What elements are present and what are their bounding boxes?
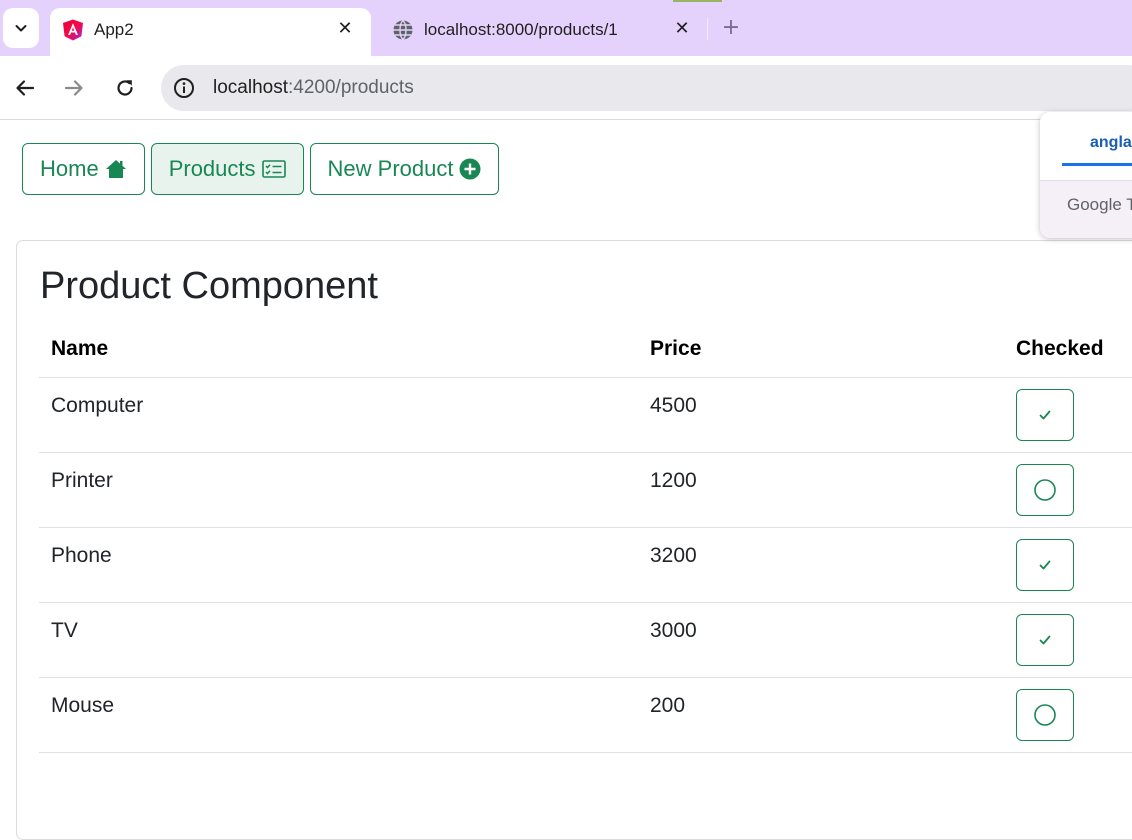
- app-navbar: Home Products New Product: [22, 143, 500, 195]
- product-name: Printer: [51, 469, 113, 492]
- column-header-name: Name: [51, 337, 109, 360]
- browser-toolbar: localhost:4200/products: [0, 56, 1132, 120]
- translate-popup: angla Google T: [1040, 112, 1132, 238]
- column-header-price: Price: [650, 337, 702, 360]
- url-path: :4200/products: [288, 77, 414, 98]
- url-text[interactable]: localhost:4200/products: [213, 77, 414, 99]
- nav-home-button[interactable]: Home: [22, 143, 145, 195]
- nav-new-product-button[interactable]: New Product: [309, 143, 500, 195]
- reload-icon: [117, 80, 133, 96]
- table-row: TV 3000: [39, 603, 1132, 678]
- product-name: TV: [51, 619, 78, 642]
- address-bar[interactable]: localhost:4200/products: [161, 65, 1132, 111]
- house-icon: [105, 160, 126, 178]
- toggle-checked-button[interactable]: [1016, 614, 1074, 666]
- product-price: 200: [650, 694, 686, 717]
- products-table: Name Price Checked Computer 4500 Printer 12…: [39, 325, 1132, 753]
- language-tab-indicator: [1062, 163, 1132, 166]
- info-icon[interactable]: [172, 76, 196, 100]
- column-header-checked: Checked: [1016, 337, 1104, 360]
- forward-button[interactable]: [58, 72, 90, 104]
- nav-new-product-label: New Product: [327, 156, 454, 181]
- nav-home-label: Home: [40, 156, 99, 181]
- close-tab-icon[interactable]: ✕: [670, 17, 694, 41]
- tab-separator: [707, 18, 708, 40]
- translate-footer: Google T: [1040, 180, 1132, 238]
- product-name: Phone: [51, 544, 112, 567]
- product-card: Product Component Name Price Checked Com…: [16, 240, 1132, 840]
- tab-highlight: [673, 0, 722, 2]
- angular-icon: [63, 19, 83, 41]
- toggle-checked-button[interactable]: [1016, 539, 1074, 591]
- table-body: Computer 4500 Printer 1200 Phone 3200 TV 3000 Mo…: [39, 378, 1132, 753]
- circle-icon: [1034, 704, 1056, 726]
- product-price: 4500: [650, 394, 697, 417]
- browser-tab-strip: App2 ✕ localhost:8000/products/1 ✕ +: [0, 0, 1132, 56]
- check-icon: [1039, 635, 1051, 645]
- product-name: Mouse: [51, 694, 115, 717]
- arrow-left-icon: [16, 80, 35, 96]
- new-tab-button[interactable]: +: [718, 15, 744, 41]
- tab-title: App2: [94, 20, 134, 39]
- table-row: Mouse 200: [39, 678, 1132, 753]
- back-button[interactable]: [9, 72, 41, 104]
- table-row: Phone 3200: [39, 528, 1132, 603]
- tab-search-button[interactable]: [3, 8, 39, 48]
- arrow-right-icon: [64, 80, 83, 96]
- translate-language-tab[interactable]: angla: [1090, 134, 1132, 152]
- url-host: localhost: [213, 77, 288, 98]
- toggle-checked-button[interactable]: [1016, 464, 1074, 516]
- circle-icon: [1034, 479, 1056, 501]
- google-translate-label: Google T: [1067, 195, 1132, 214]
- reload-button[interactable]: [109, 72, 141, 104]
- globe-icon: [393, 19, 413, 41]
- product-price: 3200: [650, 544, 697, 567]
- check-icon: [1039, 410, 1051, 420]
- tab-title: localhost:8000/products/1: [424, 20, 618, 39]
- tab-app2[interactable]: App2 ✕: [50, 8, 371, 56]
- toggle-checked-button[interactable]: [1016, 689, 1074, 741]
- table-header-row: Name Price Checked: [39, 325, 1132, 378]
- chevron-down-icon: [15, 25, 27, 32]
- card-checklist-icon: [261, 160, 286, 178]
- product-price: 1200: [650, 469, 697, 492]
- check-icon: [1039, 560, 1051, 570]
- product-price: 3000: [650, 619, 697, 642]
- toggle-checked-button[interactable]: [1016, 389, 1074, 441]
- nav-products-button[interactable]: Products: [150, 143, 304, 195]
- table-row: Printer 1200: [39, 453, 1132, 528]
- product-name: Computer: [51, 394, 144, 417]
- tab-localhost-8000[interactable]: localhost:8000/products/1 ✕: [380, 8, 708, 56]
- plus-circle-icon: [459, 158, 481, 180]
- table-row: Computer 4500: [39, 378, 1132, 453]
- close-tab-icon[interactable]: ✕: [333, 17, 357, 41]
- nav-products-label: Products: [168, 156, 256, 181]
- page-title: Product Component: [40, 265, 378, 307]
